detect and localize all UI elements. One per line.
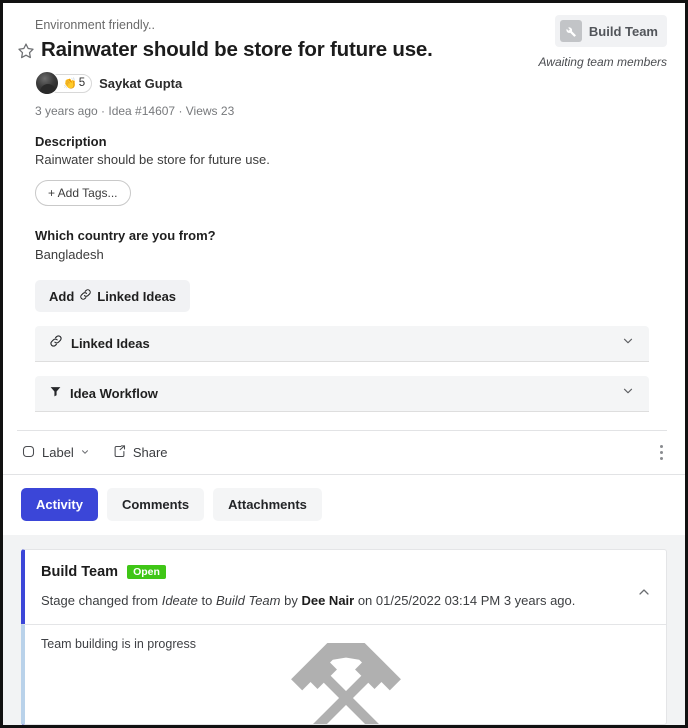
add-linked-suffix: Linked Ideas: [97, 288, 177, 304]
accordion-title: Idea Workflow: [70, 386, 158, 402]
chevron-down-icon[interactable]: [621, 334, 635, 353]
status-label: Build Team: [588, 23, 658, 39]
tab-bar: Activity Comments Attachments: [3, 475, 685, 536]
share-icon: [112, 444, 127, 462]
author-name[interactable]: Saykat Gupta: [99, 76, 182, 91]
activity-card: Build Team Open Stage changed from Ideat…: [21, 549, 667, 725]
kebab-dot: [660, 451, 663, 455]
label-button-text: Label: [42, 445, 74, 461]
activity-to-stage: Build Team: [215, 593, 281, 609]
tab-attachments[interactable]: Attachments: [213, 488, 322, 522]
section-divider: [17, 430, 667, 432]
add-linked-ideas-button[interactable]: Add Linked Ideas: [35, 280, 191, 313]
star-outline-icon[interactable]: [17, 42, 35, 60]
action-bar: Label Share: [3, 431, 685, 476]
add-tags-button[interactable]: + Add Tags...: [35, 180, 131, 207]
activity-from-stage: Ideate: [161, 593, 198, 609]
idea-meta-line: 3 years ago · Idea #14607 · Views 23: [35, 104, 235, 119]
activity-text-by: by: [280, 593, 302, 609]
question-answer: Bangladesh: [35, 247, 104, 263]
status-sub-label: Awaiting team members: [538, 55, 668, 69]
activity-text-prefix: Stage changed from: [41, 593, 162, 609]
activity-feed: Build Team Open Stage changed from Ideat…: [3, 535, 685, 725]
activity-text-suffix: on 01/25/2022 03:14 PM 3 years ago.: [354, 593, 576, 609]
add-linked-prefix: Add: [49, 288, 75, 304]
status-badge-open: Open: [127, 565, 166, 580]
activity-card-text: Stage changed from Ideate to Build Team …: [41, 592, 650, 610]
accordion-linked-ideas[interactable]: Linked Ideas: [35, 326, 649, 363]
activity-actor: Dee Nair: [301, 593, 355, 609]
label-button[interactable]: Label: [21, 444, 90, 462]
chevron-down-icon: [80, 445, 90, 460]
crossed-hammers-icon: [287, 640, 405, 725]
karma-emoji-icon: 👏: [63, 77, 77, 90]
description-label: Description: [35, 134, 107, 150]
karma-count: 5: [78, 77, 86, 90]
wrench-icon: [559, 20, 582, 42]
kebab-dot: [660, 445, 663, 449]
app-window: Build Team Awaiting team members Environ…: [0, 0, 688, 728]
tab-comments[interactable]: Comments: [106, 488, 205, 522]
activity-card-title-row: Build Team Open: [41, 564, 650, 580]
user-avatar-image: [35, 71, 59, 96]
status-zone: Build Team Awaiting team members: [538, 15, 668, 69]
kebab-menu-icon[interactable]: [656, 441, 667, 464]
chevron-down-icon[interactable]: [621, 384, 635, 403]
idea-detail-pane: Build Team Awaiting team members Environ…: [3, 3, 685, 432]
link-icon: [79, 288, 92, 304]
activity-card-title: Build Team: [41, 564, 119, 581]
activity-text-mid: to: [197, 593, 216, 609]
page-title: Rainwater should be store for future use…: [41, 37, 433, 61]
tag-icon: [21, 444, 36, 462]
link-icon: [49, 334, 63, 353]
status-badge-build-team[interactable]: Build Team: [554, 15, 667, 47]
kebab-dot: [660, 457, 663, 461]
accordion-idea-workflow[interactable]: Idea Workflow: [35, 376, 649, 413]
activity-card-header: Build Team Open Stage changed from Ideat…: [25, 550, 666, 624]
avatar[interactable]: 👏 5: [35, 71, 93, 96]
chevron-up-icon[interactable]: [636, 584, 652, 605]
accordion-title: Linked Ideas: [71, 336, 150, 352]
question-label: Which country are you from?: [35, 228, 216, 244]
share-button[interactable]: Share: [112, 444, 168, 462]
tab-activity[interactable]: Activity: [21, 488, 98, 522]
description-text: Rainwater should be store for future use…: [35, 152, 270, 168]
filter-icon: [49, 385, 62, 403]
share-button-text: Share: [132, 445, 168, 461]
activity-card-body: Team building is in progress: [21, 624, 666, 725]
author-row: 👏 5 Saykat Gupta: [35, 71, 667, 96]
